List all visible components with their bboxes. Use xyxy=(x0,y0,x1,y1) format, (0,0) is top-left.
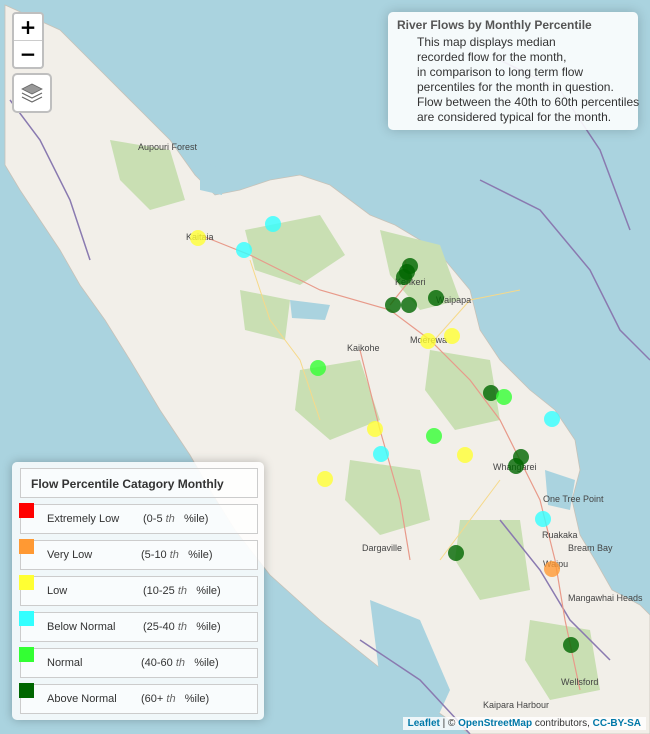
legend-item-low: Low (10-25 th %ile) xyxy=(19,575,258,606)
legend-range: (40-60 th %ile) xyxy=(141,657,219,669)
site-marker-below-normal[interactable] xyxy=(265,216,281,232)
legend-range: (25-40 th %ile) xyxy=(143,621,221,633)
info-line: are considered typical for the month. xyxy=(417,110,612,124)
legend-swatch xyxy=(19,647,34,662)
site-marker-above-normal[interactable] xyxy=(428,290,444,306)
legend-swatch xyxy=(19,611,34,626)
legend-range: (0-5 th %ile) xyxy=(143,513,209,525)
legend-item-very-low: Very Low (5-10 th %ile) xyxy=(19,539,258,570)
info-line: percentiles for the month in question. xyxy=(417,80,614,94)
place-wellsford: Wellsford xyxy=(561,677,598,687)
info-title: River Flows by Monthly Percentile xyxy=(397,18,592,32)
legend-range: (60+ th %ile) xyxy=(141,693,210,705)
legend-label: Extremely Low xyxy=(47,513,120,525)
info-line: recorded flow for the month, xyxy=(417,50,567,64)
map-view[interactable]: Aupouri Forest Kaitaia Kerikeri Waipapa … xyxy=(0,0,650,734)
legend-label: Above Normal xyxy=(47,693,117,705)
legend-title: Flow Percentile Catagory Monthly xyxy=(20,468,258,498)
legend-label: Below Normal xyxy=(47,621,116,633)
legend-label: Very Low xyxy=(47,549,93,561)
legend-item-above-normal: Above Normal (60+ th %ile) xyxy=(19,683,258,714)
zoom-control: + − xyxy=(12,12,44,69)
place-kaikohe: Kaikohe xyxy=(347,343,380,353)
site-marker-above-normal[interactable] xyxy=(399,264,415,280)
site-marker-normal[interactable] xyxy=(310,360,326,376)
legend-item-below-normal: Below Normal (25-40 th %ile) xyxy=(19,611,258,642)
place-kaipara: Kaipara Harbour xyxy=(483,700,549,710)
place-mangawhai: Mangawhai Heads xyxy=(568,593,643,603)
site-marker-below-normal[interactable] xyxy=(535,511,551,527)
site-marker-below-normal[interactable] xyxy=(373,446,389,462)
site-marker-above-normal[interactable] xyxy=(563,637,579,653)
info-line: This map displays median xyxy=(417,35,556,49)
legend-swatch xyxy=(19,575,34,590)
site-marker-normal[interactable] xyxy=(496,389,512,405)
place-ruakaka: Ruakaka xyxy=(542,530,578,540)
site-marker-low[interactable] xyxy=(367,421,383,437)
attribution-contributors: contributors, xyxy=(532,718,593,729)
legend-range: (5-10 th %ile) xyxy=(141,549,213,561)
site-marker-normal[interactable] xyxy=(426,428,442,444)
site-marker-low[interactable] xyxy=(190,230,206,246)
legend-swatch xyxy=(19,539,34,554)
site-marker-below-normal[interactable] xyxy=(236,242,252,258)
site-marker-low[interactable] xyxy=(420,333,436,349)
zoom-out-button[interactable]: − xyxy=(14,40,42,67)
legend-swatch xyxy=(19,683,34,698)
license-link[interactable]: CC-BY-SA xyxy=(593,718,641,729)
layers-icon xyxy=(21,83,43,103)
site-marker-very-low[interactable] xyxy=(544,561,560,577)
legend-label: Normal xyxy=(47,657,83,669)
attribution-separator: | © xyxy=(439,718,459,729)
leaflet-link[interactable]: Leaflet xyxy=(408,718,440,729)
site-marker-above-normal[interactable] xyxy=(508,458,524,474)
site-marker-above-normal[interactable] xyxy=(385,297,401,313)
legend-item-normal: Normal (40-60 th %ile) xyxy=(19,647,258,678)
site-marker-low[interactable] xyxy=(457,447,473,463)
place-bream-bay: Bream Bay xyxy=(568,543,613,553)
zoom-in-button[interactable]: + xyxy=(14,14,42,40)
site-marker-low[interactable] xyxy=(317,471,333,487)
place-aupouri: Aupouri Forest xyxy=(138,142,198,152)
info-line: in comparison to long term flow xyxy=(417,65,584,79)
info-line: Flow between the 40th to 60th percentile… xyxy=(417,95,640,109)
info-panel: River Flows by Monthly Percentile This m… xyxy=(388,12,640,130)
site-marker-above-normal[interactable] xyxy=(448,545,464,561)
map-attribution: Leaflet | © OpenStreetMap contributors, … xyxy=(402,717,646,730)
site-marker-above-normal[interactable] xyxy=(401,297,417,313)
legend-range: (10-25 th %ile) xyxy=(143,585,221,597)
place-one-tree-point: One Tree Point xyxy=(543,494,604,504)
legend-label: Low xyxy=(47,585,68,597)
osm-link[interactable]: OpenStreetMap xyxy=(458,718,532,729)
legend-item-extremely-low: Extremely Low (0-5 th %ile) xyxy=(19,503,258,534)
legend-swatch xyxy=(19,503,34,518)
site-marker-low[interactable] xyxy=(444,328,460,344)
layers-button[interactable] xyxy=(12,73,52,113)
site-marker-below-normal[interactable] xyxy=(544,411,560,427)
place-dargaville: Dargaville xyxy=(362,543,402,553)
legend-panel: Flow Percentile Catagory Monthly Extreme… xyxy=(12,462,264,720)
